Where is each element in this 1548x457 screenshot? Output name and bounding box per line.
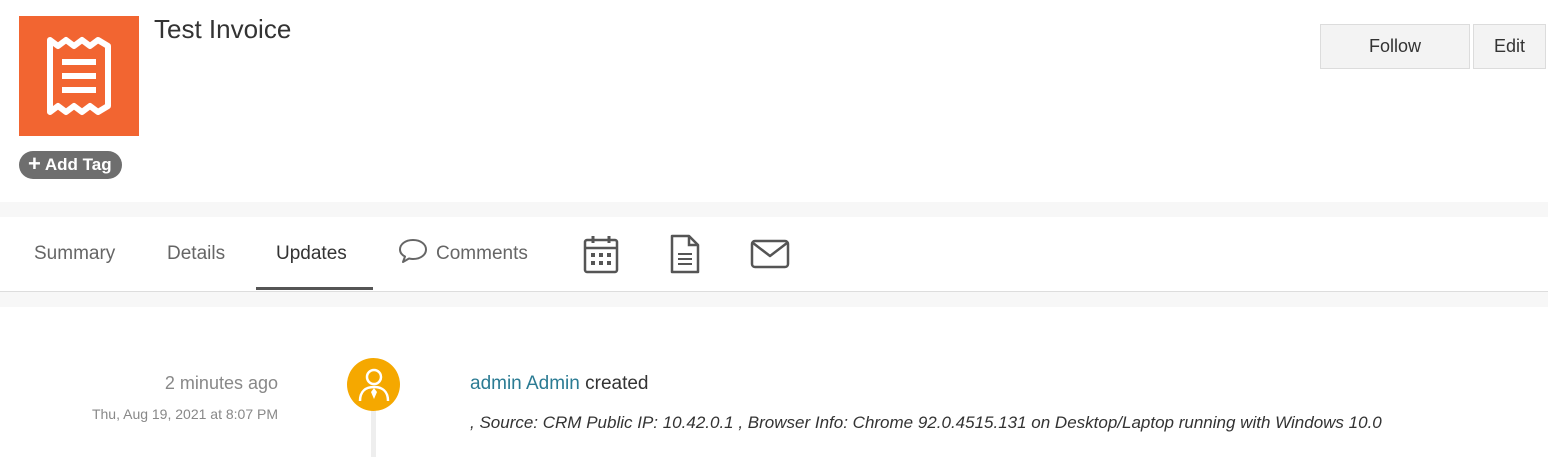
calendar-icon [583,236,619,274]
update-relative-time: 2 minutes ago [164,373,278,393]
user-icon [358,368,389,401]
update-detail: , Source: CRM Public IP: 10.42.0.1 , Bro… [470,413,1382,432]
tab-details[interactable]: Details [167,217,225,291]
receipt-icon [47,37,111,115]
separator-band [0,202,1548,217]
tab-summary-label: Summary [34,243,116,264]
tab-calendar[interactable] [583,217,619,291]
tab-bar: Summary Details Updates Comments [0,217,1548,292]
tab-summary[interactable]: Summary [34,217,115,291]
tab-comments-label: Comments [436,243,528,264]
add-tag-button[interactable]: + Add Tag [19,151,122,179]
tab-updates-label: Updates [276,243,347,264]
tab-documents[interactable] [669,217,701,291]
active-tab-indicator [256,287,373,290]
update-user-link[interactable]: admin Admin [470,373,580,394]
add-tag-label: Add Tag [44,155,112,174]
record-title: Test Invoice [154,14,292,44]
update-absolute-time: Thu, Aug 19, 2021 at 8:07 PM [91,406,278,422]
avatar [347,358,400,411]
tab-emails[interactable] [750,217,790,291]
comment-icon [399,239,427,263]
document-icon [670,234,700,274]
follow-button[interactable]: Follow [1320,24,1470,69]
separator-band [0,292,1548,307]
update-heading: admin Admin created [470,373,649,395]
record-icon [19,16,139,136]
envelope-icon [750,239,790,269]
tab-updates[interactable]: Updates [276,217,347,291]
tab-details-label: Details [167,243,226,264]
edit-button[interactable]: Edit [1473,24,1546,69]
update-action: created [585,373,649,394]
tab-comments[interactable]: Comments [398,217,528,291]
plus-icon: + [28,151,41,176]
